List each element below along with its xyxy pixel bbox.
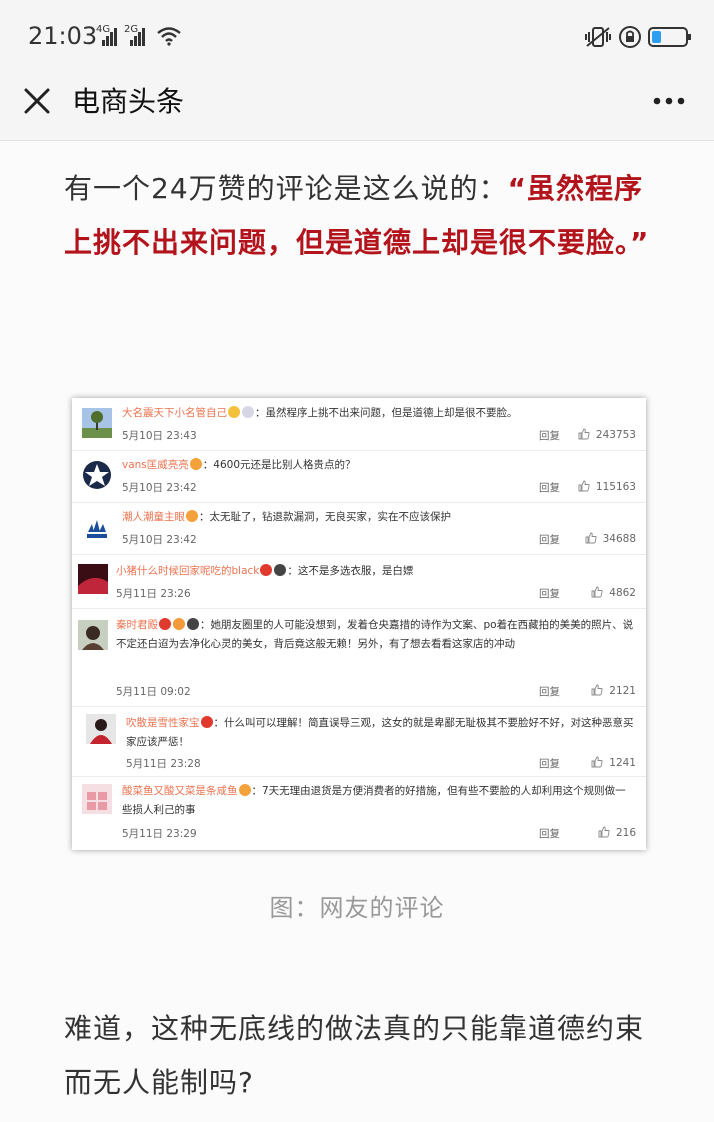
- article-paragraph-1: 有一个24万赞的评论是这么说的：“虽然程序上挑不出来问题，但是道德上却是很不要脸…: [64, 162, 664, 270]
- reply-button[interactable]: 回复: [539, 480, 560, 495]
- comment-row: 小猪什么时候回家呢吃的black ：这不是多选衣服，是白嫖 5月11日 23:26…: [72, 554, 646, 609]
- comment-row: 吹散是雪性家宝 ：什么叫可以理解！简直误导三观，这女的就是卑鄙无耻极其不要脸好不好…: [72, 706, 646, 777]
- avatar: [78, 620, 108, 650]
- comment-text: ：这不是多选衣服，是白嫖: [287, 565, 414, 577]
- comment-date: 5月10日 23:43: [122, 430, 197, 442]
- butterfly-icon: [173, 618, 185, 630]
- wifi-icon: [157, 27, 181, 46]
- star-icon: [200, 716, 213, 728]
- more-options-icon[interactable]: [652, 96, 686, 106]
- reply-button[interactable]: 回复: [539, 586, 560, 601]
- commenter-name[interactable]: vans匡威亮亮: [122, 459, 189, 471]
- reply-button[interactable]: 回复: [539, 532, 560, 547]
- avatar: [82, 512, 112, 542]
- reply-button[interactable]: 回复: [539, 826, 560, 841]
- comment-date: 5月11日 09:02: [116, 686, 191, 698]
- article-paragraph-2: 难道，这种无底线的做法真的只能靠道德约束而无人能制吗?: [64, 1012, 645, 1099]
- comment-date: 5月10日 23:42: [122, 534, 197, 546]
- like-button[interactable]: 216: [598, 826, 636, 839]
- like-count: 115163: [595, 481, 636, 493]
- thumbs-up-icon: [585, 532, 597, 544]
- commenter-name[interactable]: 酸菜鱼又酸又菜是条咸鱼: [122, 785, 238, 797]
- vip-icon: [189, 458, 202, 470]
- like-count: 2121: [609, 685, 636, 697]
- reply-button[interactable]: 回复: [539, 684, 560, 699]
- thumbs-up-icon: [578, 480, 590, 492]
- reply-button[interactable]: 回复: [539, 756, 560, 771]
- paragraph-1-text: 有一个24万赞的评论是这么说的：: [64, 172, 508, 205]
- comment-text: ：4600元还是比别人格贵点的？: [202, 459, 356, 471]
- rotation-lock-icon: [619, 26, 641, 48]
- vip-icon: [238, 784, 251, 796]
- nav-bar: 电商头条: [0, 72, 714, 141]
- like-count: 34688: [602, 533, 636, 545]
- comment-row: vans匡威亮亮 ：4600元还是比别人格贵点的？ 5月10日 23:42 回复 …: [72, 450, 646, 503]
- comment-date: 5月11日 23:26: [116, 588, 191, 600]
- close-icon[interactable]: [22, 86, 52, 116]
- page-title: 电商头条: [72, 85, 185, 118]
- like-count: 4862: [609, 587, 636, 599]
- avatar: [86, 714, 116, 744]
- avatar: [83, 461, 111, 489]
- comment-text: ：虽然程序上挑不出来问题，但是道德上却是很不要脸。: [255, 407, 518, 419]
- image-caption: 图：网友的评论: [269, 894, 445, 922]
- battery-icon: [648, 27, 691, 47]
- status-time: 21:03: [28, 22, 98, 50]
- medal-icon: [242, 406, 254, 418]
- commenter-name[interactable]: 潮人潮童主眼: [122, 511, 185, 523]
- like-count: 243753: [595, 429, 636, 441]
- panda-icon: [187, 618, 199, 630]
- like-count: 216: [615, 827, 636, 839]
- like-button[interactable]: 2121: [591, 684, 636, 697]
- comment-row: 潮人潮童主眼 ：太无耻了，钻退款漏洞，无良买家，实在不应该保护 5月10日 23:…: [72, 502, 646, 555]
- like-button[interactable]: 1241: [591, 756, 636, 769]
- like-button[interactable]: 243753: [578, 428, 636, 441]
- thumbs-up-icon: [591, 586, 603, 598]
- like-button[interactable]: 115163: [578, 480, 636, 493]
- thumbs-up-icon: [591, 684, 603, 696]
- like-count: 1241: [609, 757, 636, 769]
- comment-date: 5月11日 23:29: [122, 828, 197, 840]
- comment-date: 5月10日 23:42: [122, 482, 197, 494]
- thumbs-up-icon: [598, 826, 610, 838]
- comment-row: 酸菜鱼又酸又菜是条咸鱼 ：7天无理由退货是方便消费者的好措施，但有些不要脸的人却利…: [72, 776, 646, 850]
- comment-date: 5月11日 23:28: [126, 758, 201, 770]
- commenter-name[interactable]: 大名震天下小名管自己: [122, 407, 227, 419]
- vip-icon: [186, 510, 198, 522]
- avatar: [82, 408, 112, 438]
- avatar: [78, 564, 108, 594]
- commenter-name[interactable]: 小猪什么时候回家呢吃的black: [116, 565, 259, 577]
- like-button[interactable]: 4862: [591, 586, 636, 599]
- thumbs-up-icon: [578, 428, 590, 440]
- signal-icon-1: 4G: [96, 24, 118, 46]
- like-button[interactable]: 34688: [585, 532, 636, 545]
- panda-icon: [274, 564, 287, 576]
- comment-text: ：太无耻了，钻退款漏洞，无良买家，实在不应该保护: [199, 511, 451, 523]
- comment-row: 大名震天下小名管自己 ：虽然程序上挑不出来问题，但是道德上却是很不要脸。 5月10…: [72, 398, 646, 451]
- vibrate-icon: [585, 27, 611, 47]
- status-bar: 21:03 4G 2G: [0, 0, 714, 72]
- signal-icon-2: 2G: [124, 24, 146, 46]
- commenter-name[interactable]: 吹散是雪性家宝: [126, 717, 200, 729]
- reply-button[interactable]: 回复: [539, 428, 560, 443]
- comment-row: 秦时君殿 ：她朋友圈里的人可能没想到，发着仓央嘉措的诗作为文案、po着在西藏拍的美…: [72, 608, 646, 707]
- avatar: [82, 784, 112, 814]
- commenter-name[interactable]: 秦时君殿: [116, 619, 158, 631]
- emoji-icon: [228, 406, 240, 418]
- star-icon: [260, 564, 273, 576]
- comments-screenshot: 大名震天下小名管自己 ：虽然程序上挑不出来问题，但是道德上却是很不要脸。 5月10…: [72, 398, 646, 850]
- thumbs-up-icon: [591, 756, 603, 768]
- star-icon: [159, 618, 171, 630]
